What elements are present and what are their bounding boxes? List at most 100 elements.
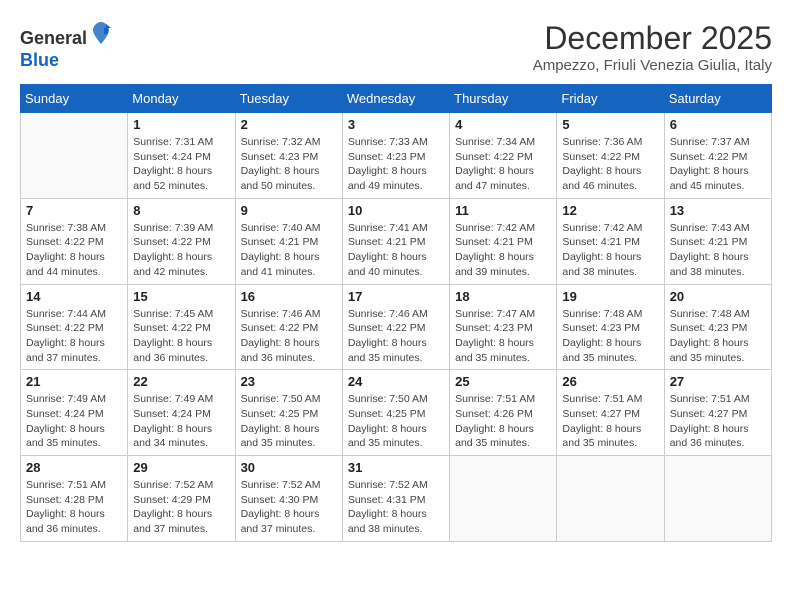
calendar-cell: 19 Sunrise: 7:48 AM Sunset: 4:23 PM Dayli… [557, 284, 664, 370]
calendar-cell: 17Sunrise: 7:46 AM Sunset: 4:22 PM Dayli… [342, 284, 449, 370]
day-number: 29 [133, 460, 229, 475]
logo-icon [89, 20, 113, 44]
calendar-cell: 11 Sunrise: 7:42 AM Sunset: 4:21 PM Dayli… [450, 198, 557, 284]
day-number: 12 [562, 203, 658, 218]
day-info: Sunrise: 7:44 AM Sunset: 4:22 PM Dayligh… [26, 307, 122, 366]
day-number: 20 [670, 289, 766, 304]
day-number: 14 [26, 289, 122, 304]
day-number: 26 [562, 374, 658, 389]
day-info: Sunrise: 7:42 AM Sunset: 4:21 PM Dayligh… [562, 221, 658, 280]
day-number: 3 [348, 117, 444, 132]
header-thursday: Thursday [450, 85, 557, 113]
day-info: Sunrise: 7:48 AM Sunset: 4:23 PM Dayligh… [562, 307, 658, 366]
day-number: 27 [670, 374, 766, 389]
logo: General Blue [20, 20, 113, 71]
day-number: 24 [348, 374, 444, 389]
day-number: 15 [133, 289, 229, 304]
day-number: 13 [670, 203, 766, 218]
calendar-cell: 27 Sunrise: 7:51 AM Sunset: 4:27 PM Dayli… [664, 370, 771, 456]
day-info: Sunrise: 7:39 AM Sunset: 4:22 PM Dayligh… [133, 221, 229, 280]
calendar-week-row: 1 Sunrise: 7:31 AM Sunset: 4:24 PM Daylig… [21, 113, 772, 199]
calendar-cell: 3 Sunrise: 7:33 AM Sunset: 4:23 PM Daylig… [342, 113, 449, 199]
day-info: Sunrise: 7:50 AM Sunset: 4:25 PM Dayligh… [241, 392, 337, 451]
day-number: 10 [348, 203, 444, 218]
day-number: 28 [26, 460, 122, 475]
calendar-cell: 26 Sunrise: 7:51 AM Sunset: 4:27 PM Dayli… [557, 370, 664, 456]
calendar-cell: 29 Sunrise: 7:52 AM Sunset: 4:29 PM Dayli… [128, 456, 235, 542]
calendar-cell: 15 Sunrise: 7:45 AM Sunset: 4:22 PM Dayli… [128, 284, 235, 370]
calendar-cell: 5 Sunrise: 7:36 AM Sunset: 4:22 PM Daylig… [557, 113, 664, 199]
day-info: Sunrise: 7:41 AM Sunset: 4:21 PM Dayligh… [348, 221, 444, 280]
calendar-cell: 25 Sunrise: 7:51 AM Sunset: 4:26 PM Dayli… [450, 370, 557, 456]
day-info: Sunrise: 7:34 AM Sunset: 4:22 PM Dayligh… [455, 135, 551, 194]
logo-blue: Blue [20, 50, 59, 70]
location-subtitle: Ampezzo, Friuli Venezia Giulia, Italy [533, 57, 772, 74]
calendar-cell: 30 Sunrise: 7:52 AM Sunset: 4:30 PM Dayli… [235, 456, 342, 542]
calendar-week-row: 21 Sunrise: 7:49 AM Sunset: 4:24 PM Dayli… [21, 370, 772, 456]
day-info: Sunrise: 7:40 AM Sunset: 4:21 PM Dayligh… [241, 221, 337, 280]
day-info: Sunrise: 7:32 AM Sunset: 4:23 PM Dayligh… [241, 135, 337, 194]
calendar-week-row: 7Sunrise: 7:38 AM Sunset: 4:22 PM Daylig… [21, 198, 772, 284]
day-info: Sunrise: 7:51 AM Sunset: 4:27 PM Dayligh… [562, 392, 658, 451]
calendar-cell: 10 Sunrise: 7:41 AM Sunset: 4:21 PM Dayli… [342, 198, 449, 284]
header-monday: Monday [128, 85, 235, 113]
day-number: 16 [241, 289, 337, 304]
day-info: Sunrise: 7:52 AM Sunset: 4:29 PM Dayligh… [133, 478, 229, 537]
calendar-cell: 4 Sunrise: 7:34 AM Sunset: 4:22 PM Daylig… [450, 113, 557, 199]
calendar-cell: 12 Sunrise: 7:42 AM Sunset: 4:21 PM Dayli… [557, 198, 664, 284]
day-info: Sunrise: 7:49 AM Sunset: 4:24 PM Dayligh… [133, 392, 229, 451]
calendar-header-row: Sunday Monday Tuesday Wednesday Thursday… [21, 85, 772, 113]
month-title: December 2025 [533, 20, 772, 57]
day-info: Sunrise: 7:31 AM Sunset: 4:24 PM Dayligh… [133, 135, 229, 194]
day-number: 22 [133, 374, 229, 389]
day-info: Sunrise: 7:36 AM Sunset: 4:22 PM Dayligh… [562, 135, 658, 194]
day-number: 23 [241, 374, 337, 389]
day-number: 9 [241, 203, 337, 218]
calendar-week-row: 14 Sunrise: 7:44 AM Sunset: 4:22 PM Dayli… [21, 284, 772, 370]
day-number: 6 [670, 117, 766, 132]
day-info: Sunrise: 7:52 AM Sunset: 4:30 PM Dayligh… [241, 478, 337, 537]
day-number: 31 [348, 460, 444, 475]
calendar-cell: 28Sunrise: 7:51 AM Sunset: 4:28 PM Dayli… [21, 456, 128, 542]
day-info: Sunrise: 7:37 AM Sunset: 4:22 PM Dayligh… [670, 135, 766, 194]
header-saturday: Saturday [664, 85, 771, 113]
day-number: 1 [133, 117, 229, 132]
day-number: 21 [26, 374, 122, 389]
day-info: Sunrise: 7:52 AM Sunset: 4:31 PM Dayligh… [348, 478, 444, 537]
calendar-table: Sunday Monday Tuesday Wednesday Thursday… [20, 84, 772, 542]
calendar-cell: 23 Sunrise: 7:50 AM Sunset: 4:25 PM Dayli… [235, 370, 342, 456]
day-info: Sunrise: 7:42 AM Sunset: 4:21 PM Dayligh… [455, 221, 551, 280]
calendar-cell: 6 Sunrise: 7:37 AM Sunset: 4:22 PM Daylig… [664, 113, 771, 199]
day-info: Sunrise: 7:47 AM Sunset: 4:23 PM Dayligh… [455, 307, 551, 366]
calendar-cell: 22 Sunrise: 7:49 AM Sunset: 4:24 PM Dayli… [128, 370, 235, 456]
calendar-cell: 21 Sunrise: 7:49 AM Sunset: 4:24 PM Dayli… [21, 370, 128, 456]
page-header: General Blue December 2025 Ampezzo, Friu… [20, 20, 772, 74]
day-number: 30 [241, 460, 337, 475]
day-info: Sunrise: 7:51 AM Sunset: 4:26 PM Dayligh… [455, 392, 551, 451]
day-info: Sunrise: 7:46 AM Sunset: 4:22 PM Dayligh… [241, 307, 337, 366]
calendar-cell: 9 Sunrise: 7:40 AM Sunset: 4:21 PM Daylig… [235, 198, 342, 284]
day-number: 11 [455, 203, 551, 218]
day-info: Sunrise: 7:33 AM Sunset: 4:23 PM Dayligh… [348, 135, 444, 194]
day-number: 19 [562, 289, 658, 304]
calendar-cell: 7Sunrise: 7:38 AM Sunset: 4:22 PM Daylig… [21, 198, 128, 284]
calendar-cell [557, 456, 664, 542]
calendar-cell: 2Sunrise: 7:32 AM Sunset: 4:23 PM Daylig… [235, 113, 342, 199]
header-friday: Friday [557, 85, 664, 113]
calendar-cell: 14 Sunrise: 7:44 AM Sunset: 4:22 PM Dayli… [21, 284, 128, 370]
day-number: 5 [562, 117, 658, 132]
calendar-cell: 18Sunrise: 7:47 AM Sunset: 4:23 PM Dayli… [450, 284, 557, 370]
title-area: December 2025 Ampezzo, Friuli Venezia Gi… [533, 20, 772, 74]
day-number: 4 [455, 117, 551, 132]
day-number: 25 [455, 374, 551, 389]
header-tuesday: Tuesday [235, 85, 342, 113]
day-number: 8 [133, 203, 229, 218]
day-info: Sunrise: 7:51 AM Sunset: 4:27 PM Dayligh… [670, 392, 766, 451]
calendar-cell: 24 Sunrise: 7:50 AM Sunset: 4:25 PM Dayli… [342, 370, 449, 456]
day-info: Sunrise: 7:48 AM Sunset: 4:23 PM Dayligh… [670, 307, 766, 366]
day-info: Sunrise: 7:50 AM Sunset: 4:25 PM Dayligh… [348, 392, 444, 451]
day-info: Sunrise: 7:49 AM Sunset: 4:24 PM Dayligh… [26, 392, 122, 451]
calendar-cell: 8 Sunrise: 7:39 AM Sunset: 4:22 PM Daylig… [128, 198, 235, 284]
calendar-cell: 1 Sunrise: 7:31 AM Sunset: 4:24 PM Daylig… [128, 113, 235, 199]
day-info: Sunrise: 7:45 AM Sunset: 4:22 PM Dayligh… [133, 307, 229, 366]
